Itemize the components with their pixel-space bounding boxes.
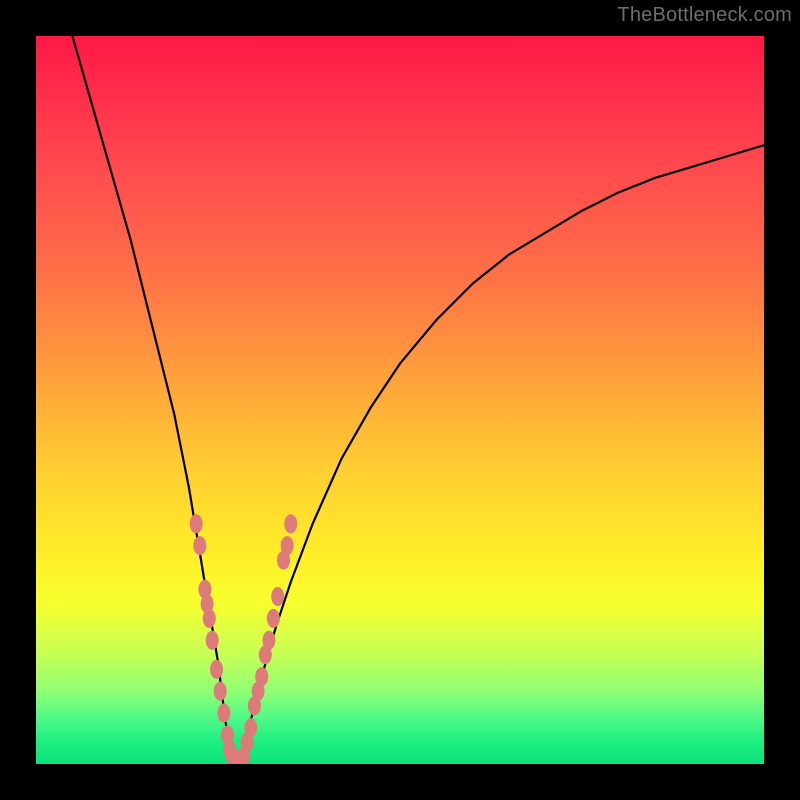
data-point: [284, 514, 297, 533]
data-point: [271, 587, 284, 606]
plot-area: [36, 36, 764, 764]
data-point: [210, 660, 223, 679]
data-point: [281, 536, 294, 555]
data-scatter: [190, 514, 298, 764]
data-point: [193, 536, 206, 555]
watermark-text: TheBottleneck.com: [617, 4, 792, 27]
bottleneck-curve: [72, 36, 764, 764]
data-point: [267, 609, 280, 628]
data-point: [206, 631, 219, 650]
data-point: [217, 704, 230, 723]
curve-right-branch: [236, 145, 764, 764]
data-point: [244, 718, 257, 737]
data-point: [214, 682, 227, 701]
data-point: [262, 631, 275, 650]
curve-left-branch: [72, 36, 236, 764]
curve-layer: [36, 36, 764, 764]
chart-frame: TheBottleneck.com: [0, 0, 800, 800]
data-point: [255, 667, 268, 686]
data-point: [190, 514, 203, 533]
data-point: [203, 609, 216, 628]
